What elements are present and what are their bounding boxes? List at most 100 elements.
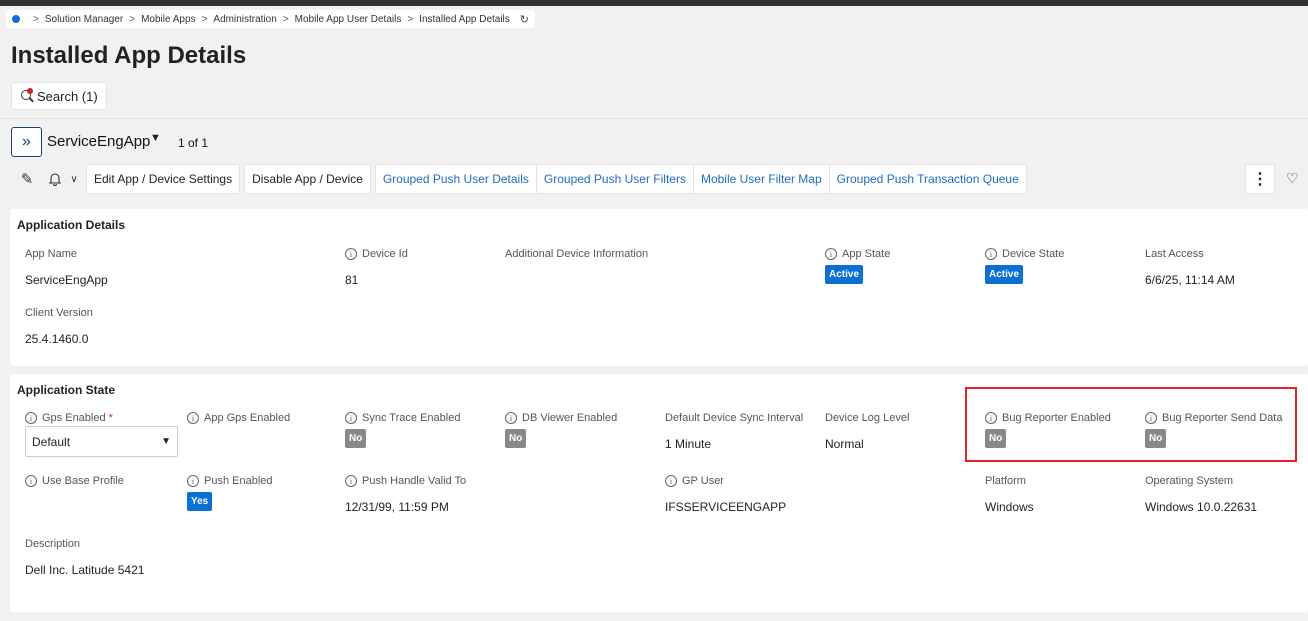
default-sync-interval-field: Default Device Sync Interval 1 Minute [665,412,803,451]
breadcrumb-item-solution-manager[interactable]: Solution Manager [45,14,123,25]
info-icon[interactable]: i [187,412,199,424]
last-access-label: Last Access [1145,248,1204,260]
refresh-icon[interactable]: ↻ [520,13,529,26]
grouped-push-transaction-queue-link[interactable]: Grouped Push Transaction Queue [830,165,1026,193]
operating-system-field: Operating System Windows 10.0.22631 [1145,475,1257,514]
app-name-field: App Name ServiceEngApp [25,248,108,287]
breadcrumb: > Solution Manager > Mobile Apps > Admin… [6,10,536,28]
breadcrumb-item-mobile-app-user-details[interactable]: Mobile App User Details [295,14,402,25]
info-icon[interactable]: i [985,248,997,260]
app-name-value: ServiceEngApp [25,273,108,287]
use-base-profile-label: Use Base Profile [42,475,124,487]
push-handle-valid-to-field: i Push Handle Valid To 12/31/99, 11:59 PM [345,475,466,514]
app-gps-enabled-label: App Gps Enabled [204,412,291,424]
breadcrumb-separator: > [201,13,208,25]
red-highlight-box [965,387,1297,462]
chevron-down-icon: ∨ [70,173,78,185]
info-icon[interactable]: i [187,475,199,487]
device-id-label: Device Id [362,248,408,260]
sync-trace-enabled-badge: No [345,429,367,448]
gp-user-label: GP User [682,475,724,487]
device-log-level-field: Device Log Level Normal [825,412,909,451]
info-icon[interactable]: i [505,412,517,424]
breadcrumb-item-administration[interactable]: Administration [213,14,276,25]
device-id-value: 81 [345,273,359,287]
info-icon[interactable]: i [345,475,357,487]
description-field: Description Dell Inc. Latitude 5421 [25,538,144,577]
record-selector[interactable]: ServiceEngApp [47,133,150,150]
disable-app-device-button[interactable]: Disable App / Device [244,164,371,194]
application-details-panel: Application Details App Name ServiceEngA… [10,209,1308,366]
default-sync-interval-value: 1 Minute [665,437,712,451]
additional-device-info-label: Additional Device Information [505,248,649,260]
push-handle-valid-to-value: 12/31/99, 11:59 PM [345,500,449,514]
db-viewer-enabled-field: i DB Viewer Enabled No [505,412,617,448]
breadcrumb-item-mobile-apps[interactable]: Mobile Apps [141,14,195,25]
grouped-push-user-filters-link[interactable]: Grouped Push User Filters [537,165,694,193]
info-icon[interactable]: i [25,412,37,424]
gps-enabled-select[interactable]: Default ▼ [25,426,178,457]
app-state-label: App State [842,248,891,260]
push-enabled-label: Push Enabled [204,475,273,487]
toolbar: ✎ ∨ Edit App / Device Settings Disable A… [14,164,1027,194]
info-icon[interactable]: i [665,475,677,487]
double-chevron-right-icon: » [22,133,31,150]
top-bar [0,0,1308,6]
favorite-heart-icon[interactable]: ♡ [1286,170,1299,187]
breadcrumb-separator: > [282,13,289,25]
operating-system-label: Operating System [1145,475,1234,487]
breadcrumb-separator: > [407,13,414,25]
client-version-value: 25.4.1460.0 [25,332,89,346]
breadcrumb-item-installed-app-details: Installed App Details [419,13,510,25]
device-state-label: Device State [1002,248,1065,260]
gps-enabled-label: Gps Enabled [42,412,106,424]
sync-trace-enabled-label: Sync Trace Enabled [362,412,461,424]
app-state-badge: Active [825,265,864,284]
info-icon[interactable]: i [345,248,357,260]
description-value: Dell Inc. Latitude 5421 [25,563,145,577]
expand-navigator-button[interactable]: » [11,127,42,157]
gps-enabled-field: i Gps Enabled * Default ▼ [25,412,178,457]
platform-field: Platform Windows [985,475,1034,514]
app-state-field: i App State Active [825,248,890,284]
navigation-links: Grouped Push User Details Grouped Push U… [374,164,1027,194]
breadcrumb-separator: > [129,13,136,25]
device-state-field: i Device State Active [985,248,1064,284]
app-name-label: App Name [25,248,77,260]
description-label: Description [25,538,81,550]
gp-user-field: i GP User IFSSERVICEENGAPP [665,475,786,514]
gps-enabled-value: Default [32,434,71,449]
device-id-field: i Device Id 81 [345,248,408,287]
grouped-push-user-details-link[interactable]: Grouped Push User Details [376,165,537,193]
client-version-field: Client Version 25.4.1460.0 [25,307,93,346]
push-handle-valid-to-label: Push Handle Valid To [362,475,467,487]
bell-icon [49,173,62,186]
gp-user-value: IFSSERVICEENGAPP [665,500,787,514]
client-version-label: Client Version [25,307,93,319]
application-details-title: Application Details [17,218,126,232]
info-icon[interactable]: i [25,475,37,487]
push-enabled-field: i Push Enabled Yes [187,475,273,511]
info-icon[interactable]: i [825,248,837,260]
additional-device-info-field: Additional Device Information [505,248,648,260]
db-viewer-enabled-label: DB Viewer Enabled [522,412,618,424]
info-icon[interactable]: i [345,412,357,424]
search-button[interactable]: Search (1) [11,82,107,110]
edit-app-device-settings-button[interactable]: Edit App / Device Settings [86,164,241,194]
device-state-badge: Active [985,265,1024,284]
home-dot-icon[interactable] [12,15,20,23]
more-options-icon[interactable]: ⋮ [1245,164,1275,194]
caret-down-icon[interactable]: ▼ [150,132,161,144]
breadcrumb-separator: > [33,13,39,25]
search-icon [20,88,34,103]
notification-bell-button[interactable]: ∨ [40,165,86,193]
required-marker: * [108,412,113,424]
mobile-user-filter-map-link[interactable]: Mobile User Filter Map [694,165,830,193]
push-enabled-badge: Yes [187,492,213,511]
edit-pencil-icon[interactable]: ✎ [14,165,40,193]
caret-down-icon: ▼ [161,436,171,447]
app-gps-enabled-field: i App Gps Enabled [187,412,290,424]
search-label: Search (1) [37,88,98,104]
divider [0,118,1308,119]
operating-system-value: Windows 10.0.22631 [1145,500,1258,514]
